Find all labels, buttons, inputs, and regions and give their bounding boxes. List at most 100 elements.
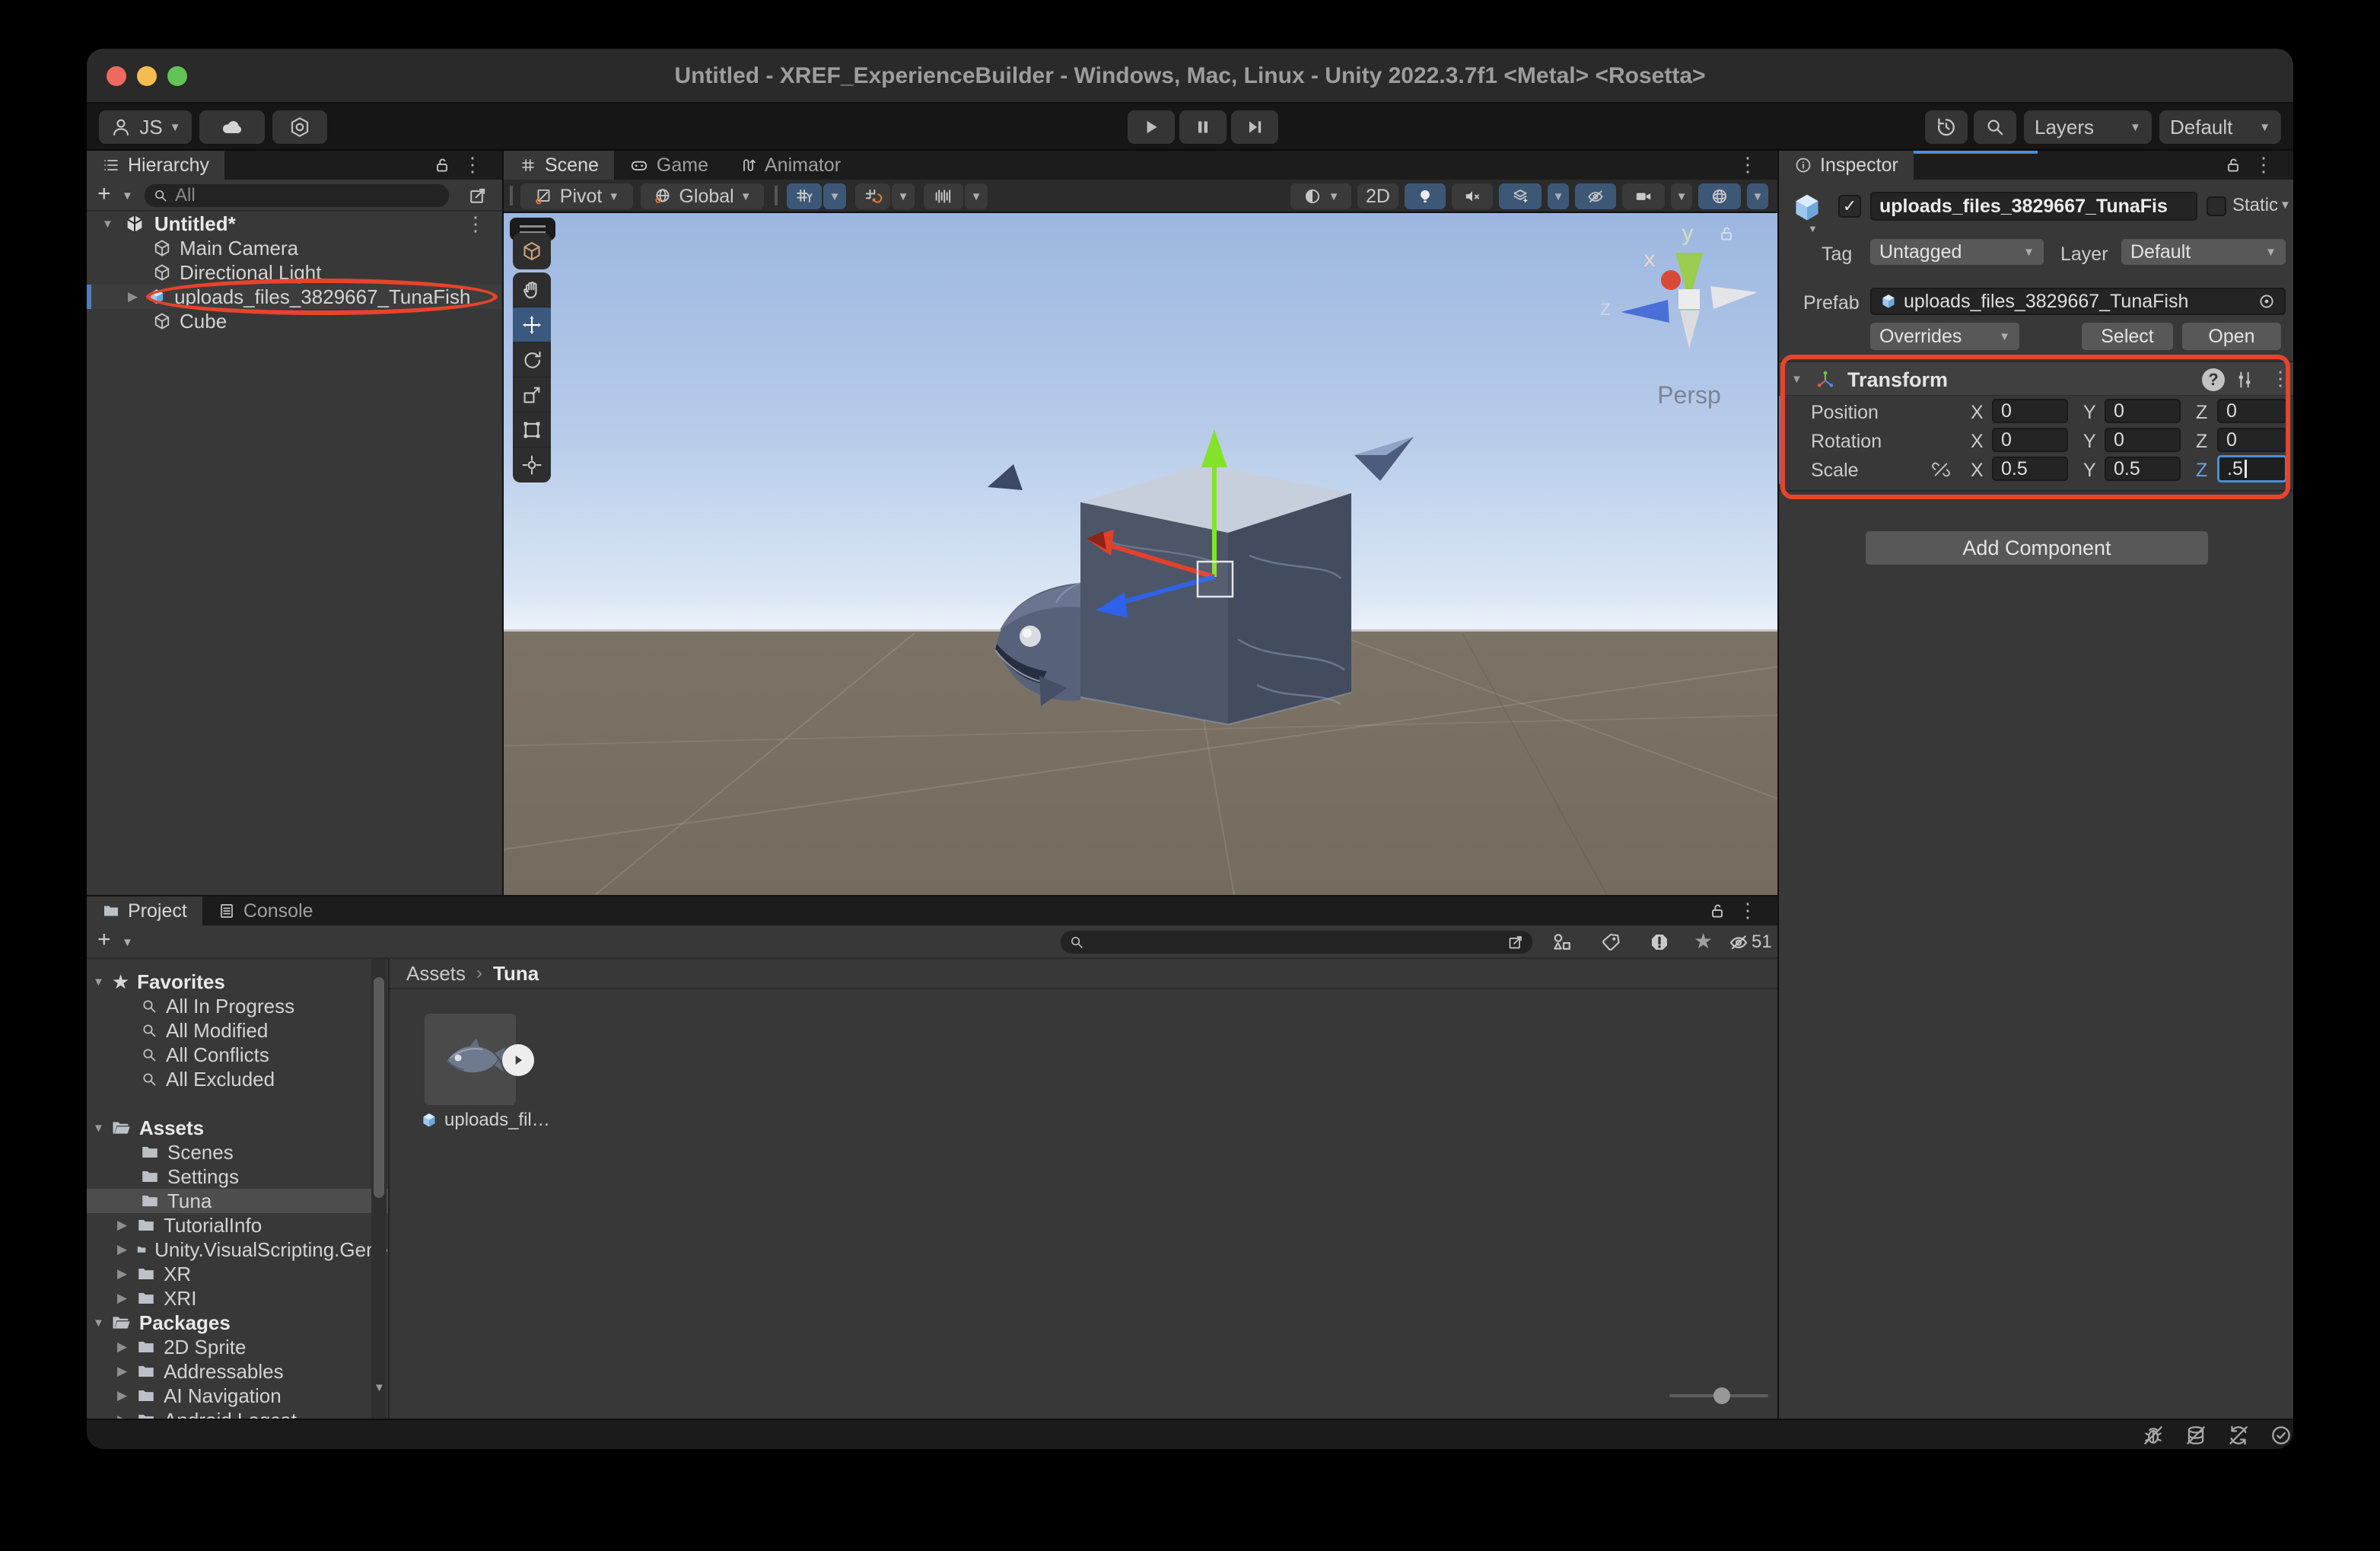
add-object-button[interactable]: + xyxy=(97,181,111,207)
draw-mode-dropdown[interactable]: ▼ xyxy=(1290,183,1351,209)
debugger-disabled-icon[interactable] xyxy=(2141,1423,2165,1447)
folder-ai-navigation[interactable]: ▶ AI Navigation xyxy=(87,1384,388,1408)
collapse-icon[interactable]: ▼ xyxy=(102,218,113,230)
folder-tuna-selected[interactable]: Tuna xyxy=(87,1189,388,1213)
hierarchy-item-directional-light[interactable]: Directional Light xyxy=(87,260,502,285)
folder-scenes[interactable]: Scenes xyxy=(87,1140,388,1164)
folder-2d-sprite[interactable]: ▶ 2D Sprite xyxy=(87,1335,388,1359)
camera-settings-dropdown[interactable]: ▼ xyxy=(1671,183,1692,209)
scene-viewport[interactable]: y x z Persp xyxy=(504,213,1777,895)
breadcrumb-root[interactable]: Assets xyxy=(406,962,466,986)
expand-icon[interactable]: ▶ xyxy=(128,289,138,304)
cloud-services-button[interactable] xyxy=(199,110,265,144)
favorite-all-modified[interactable]: All Modified xyxy=(87,1018,388,1043)
tab-scene[interactable]: Scene xyxy=(504,151,614,180)
asset-label-row[interactable]: uploads_fil… xyxy=(420,1110,550,1131)
activity-ok-icon[interactable] xyxy=(2269,1423,2293,1447)
transform-tool-button[interactable] xyxy=(513,447,551,482)
collapse-icon[interactable]: ▼ xyxy=(93,1123,104,1134)
pause-button[interactable] xyxy=(1179,110,1227,144)
scene-row[interactable]: ▼ Untitled* ⋮ xyxy=(87,212,502,236)
layers-dropdown[interactable]: Layers ▼ xyxy=(2024,110,2152,144)
scale-x-field[interactable]: 0.5 xyxy=(1992,457,2068,481)
gizmo-lock-icon[interactable] xyxy=(1717,224,1736,247)
foldout-icon[interactable]: ▼ xyxy=(1791,374,1803,385)
move-tool-button[interactable] xyxy=(513,307,551,342)
effects-toggle[interactable] xyxy=(1499,183,1542,209)
tab-console[interactable]: Console xyxy=(202,897,329,925)
increment-snap-dropdown[interactable]: ▼ xyxy=(965,183,988,209)
kebab-menu[interactable]: ⋮ xyxy=(2254,154,2273,174)
asset-play-button[interactable] xyxy=(502,1044,534,1076)
scale-tool-button[interactable] xyxy=(513,377,551,412)
hierarchy-search-input[interactable]: All xyxy=(145,184,449,207)
scale-z-field-focused[interactable]: .5 xyxy=(2217,455,2287,482)
tab-project[interactable]: Project xyxy=(87,897,202,925)
rotation-z-field[interactable]: 0 xyxy=(2217,428,2287,452)
hierarchy-item-main-camera[interactable]: Main Camera xyxy=(87,236,502,260)
increment-snap-button[interactable] xyxy=(924,183,963,209)
scroll-down-arrow[interactable]: ▼ xyxy=(374,1382,385,1393)
search-by-label-button[interactable] xyxy=(1599,931,1622,957)
folder-settings[interactable]: Settings xyxy=(87,1164,388,1189)
account-button[interactable]: JS ▼ xyxy=(99,110,192,144)
favorites-filter-button[interactable]: ★ xyxy=(1694,928,1713,954)
lock-icon[interactable] xyxy=(2223,155,2243,179)
folder-addressables[interactable]: ▶ Addressables xyxy=(87,1359,388,1384)
collapse-icon[interactable]: ▼ xyxy=(93,1317,104,1329)
expand-icon[interactable]: ▶ xyxy=(117,1364,127,1379)
grid-options-dropdown[interactable]: ▼ xyxy=(823,183,846,209)
grid-snapping-toggle[interactable] xyxy=(855,183,890,209)
play-button[interactable] xyxy=(1128,110,1175,144)
audio-mute-toggle[interactable] xyxy=(1452,183,1493,209)
auto-refresh-disabled-icon[interactable] xyxy=(2226,1423,2251,1447)
prefab-model-dropdown[interactable]: ▼ xyxy=(1808,224,1818,234)
rotation-x-field[interactable]: 0 xyxy=(1992,428,2068,452)
favorite-all-conflicts[interactable]: All Conflicts xyxy=(87,1043,388,1067)
cache-server-disabled-icon[interactable] xyxy=(2184,1423,2208,1447)
rotate-tool-button[interactable] xyxy=(513,342,551,377)
gizmos-dropdown[interactable]: ▼ xyxy=(1747,183,1768,209)
expand-icon[interactable]: ▶ xyxy=(117,1242,127,1257)
project-search-input[interactable] xyxy=(1061,931,1532,954)
folder-xr[interactable]: ▶ XR xyxy=(87,1262,388,1286)
scale-y-field[interactable]: 0.5 xyxy=(2105,457,2181,481)
view-tool-button[interactable] xyxy=(513,272,551,307)
effects-dropdown[interactable]: ▼ xyxy=(1548,183,1569,209)
overrides-dropdown[interactable]: Overrides ▼ xyxy=(1870,323,2019,350)
tab-hierarchy[interactable]: Hierarchy xyxy=(87,151,224,180)
folder-android-logcat[interactable]: ▶ Android Logcat xyxy=(87,1408,388,1419)
grid-snapping-dropdown[interactable]: ▼ xyxy=(892,183,915,209)
add-component-button[interactable]: Add Component xyxy=(1866,531,2208,565)
name-field[interactable]: uploads_files_3829667_TunaFis xyxy=(1870,192,2197,221)
2d-toggle[interactable]: 2D xyxy=(1357,183,1398,209)
packages-root-folder[interactable]: ▼ Packages xyxy=(87,1311,388,1335)
link-scale-icon[interactable] xyxy=(1931,460,1951,479)
add-object-dropdown[interactable]: ▼ xyxy=(122,190,133,202)
hierarchy-item-cube[interactable]: Cube xyxy=(87,309,502,333)
folder-xri[interactable]: ▶ XRI xyxy=(87,1286,388,1311)
kebab-menu[interactable]: ⋮ xyxy=(463,154,482,174)
kebab-menu[interactable]: ⋮ xyxy=(1738,154,1758,174)
hidden-objects-toggle[interactable] xyxy=(1575,183,1616,209)
tab-inspector[interactable]: Inspector xyxy=(1779,151,1914,180)
search-by-type-button[interactable] xyxy=(1551,931,1573,957)
tag-dropdown[interactable]: Untagged ▼ xyxy=(1870,239,2044,265)
position-z-field[interactable]: 0 xyxy=(2217,399,2287,423)
transform-header[interactable]: ▼ Transform ? ⋮ xyxy=(1779,361,2293,396)
tab-animator[interactable]: Animator xyxy=(724,151,856,180)
favorite-all-in-progress[interactable]: All In Progress xyxy=(87,994,388,1018)
active-checkbox[interactable]: ✓ xyxy=(1838,195,1861,218)
rect-tool-button[interactable] xyxy=(513,412,551,447)
handle-rotation-dropdown[interactable]: Global ▼ xyxy=(641,183,764,209)
position-x-field[interactable]: 0 xyxy=(1992,399,2068,423)
expand-icon[interactable]: ▶ xyxy=(117,1339,127,1355)
lock-icon[interactable] xyxy=(432,155,452,179)
collapse-icon[interactable]: ▼ xyxy=(93,976,104,988)
expand-icon[interactable]: ▶ xyxy=(117,1388,127,1403)
slider-handle[interactable] xyxy=(1713,1387,1730,1404)
favorite-all-excluded[interactable]: All Excluded xyxy=(87,1067,388,1091)
tree-scrollbar[interactable]: ▼ xyxy=(371,959,387,1419)
hierarchy-item-tunafish[interactable]: ▶ uploads_files_3829667_TunaFish xyxy=(87,285,502,309)
open-button[interactable]: Open xyxy=(2182,323,2281,350)
